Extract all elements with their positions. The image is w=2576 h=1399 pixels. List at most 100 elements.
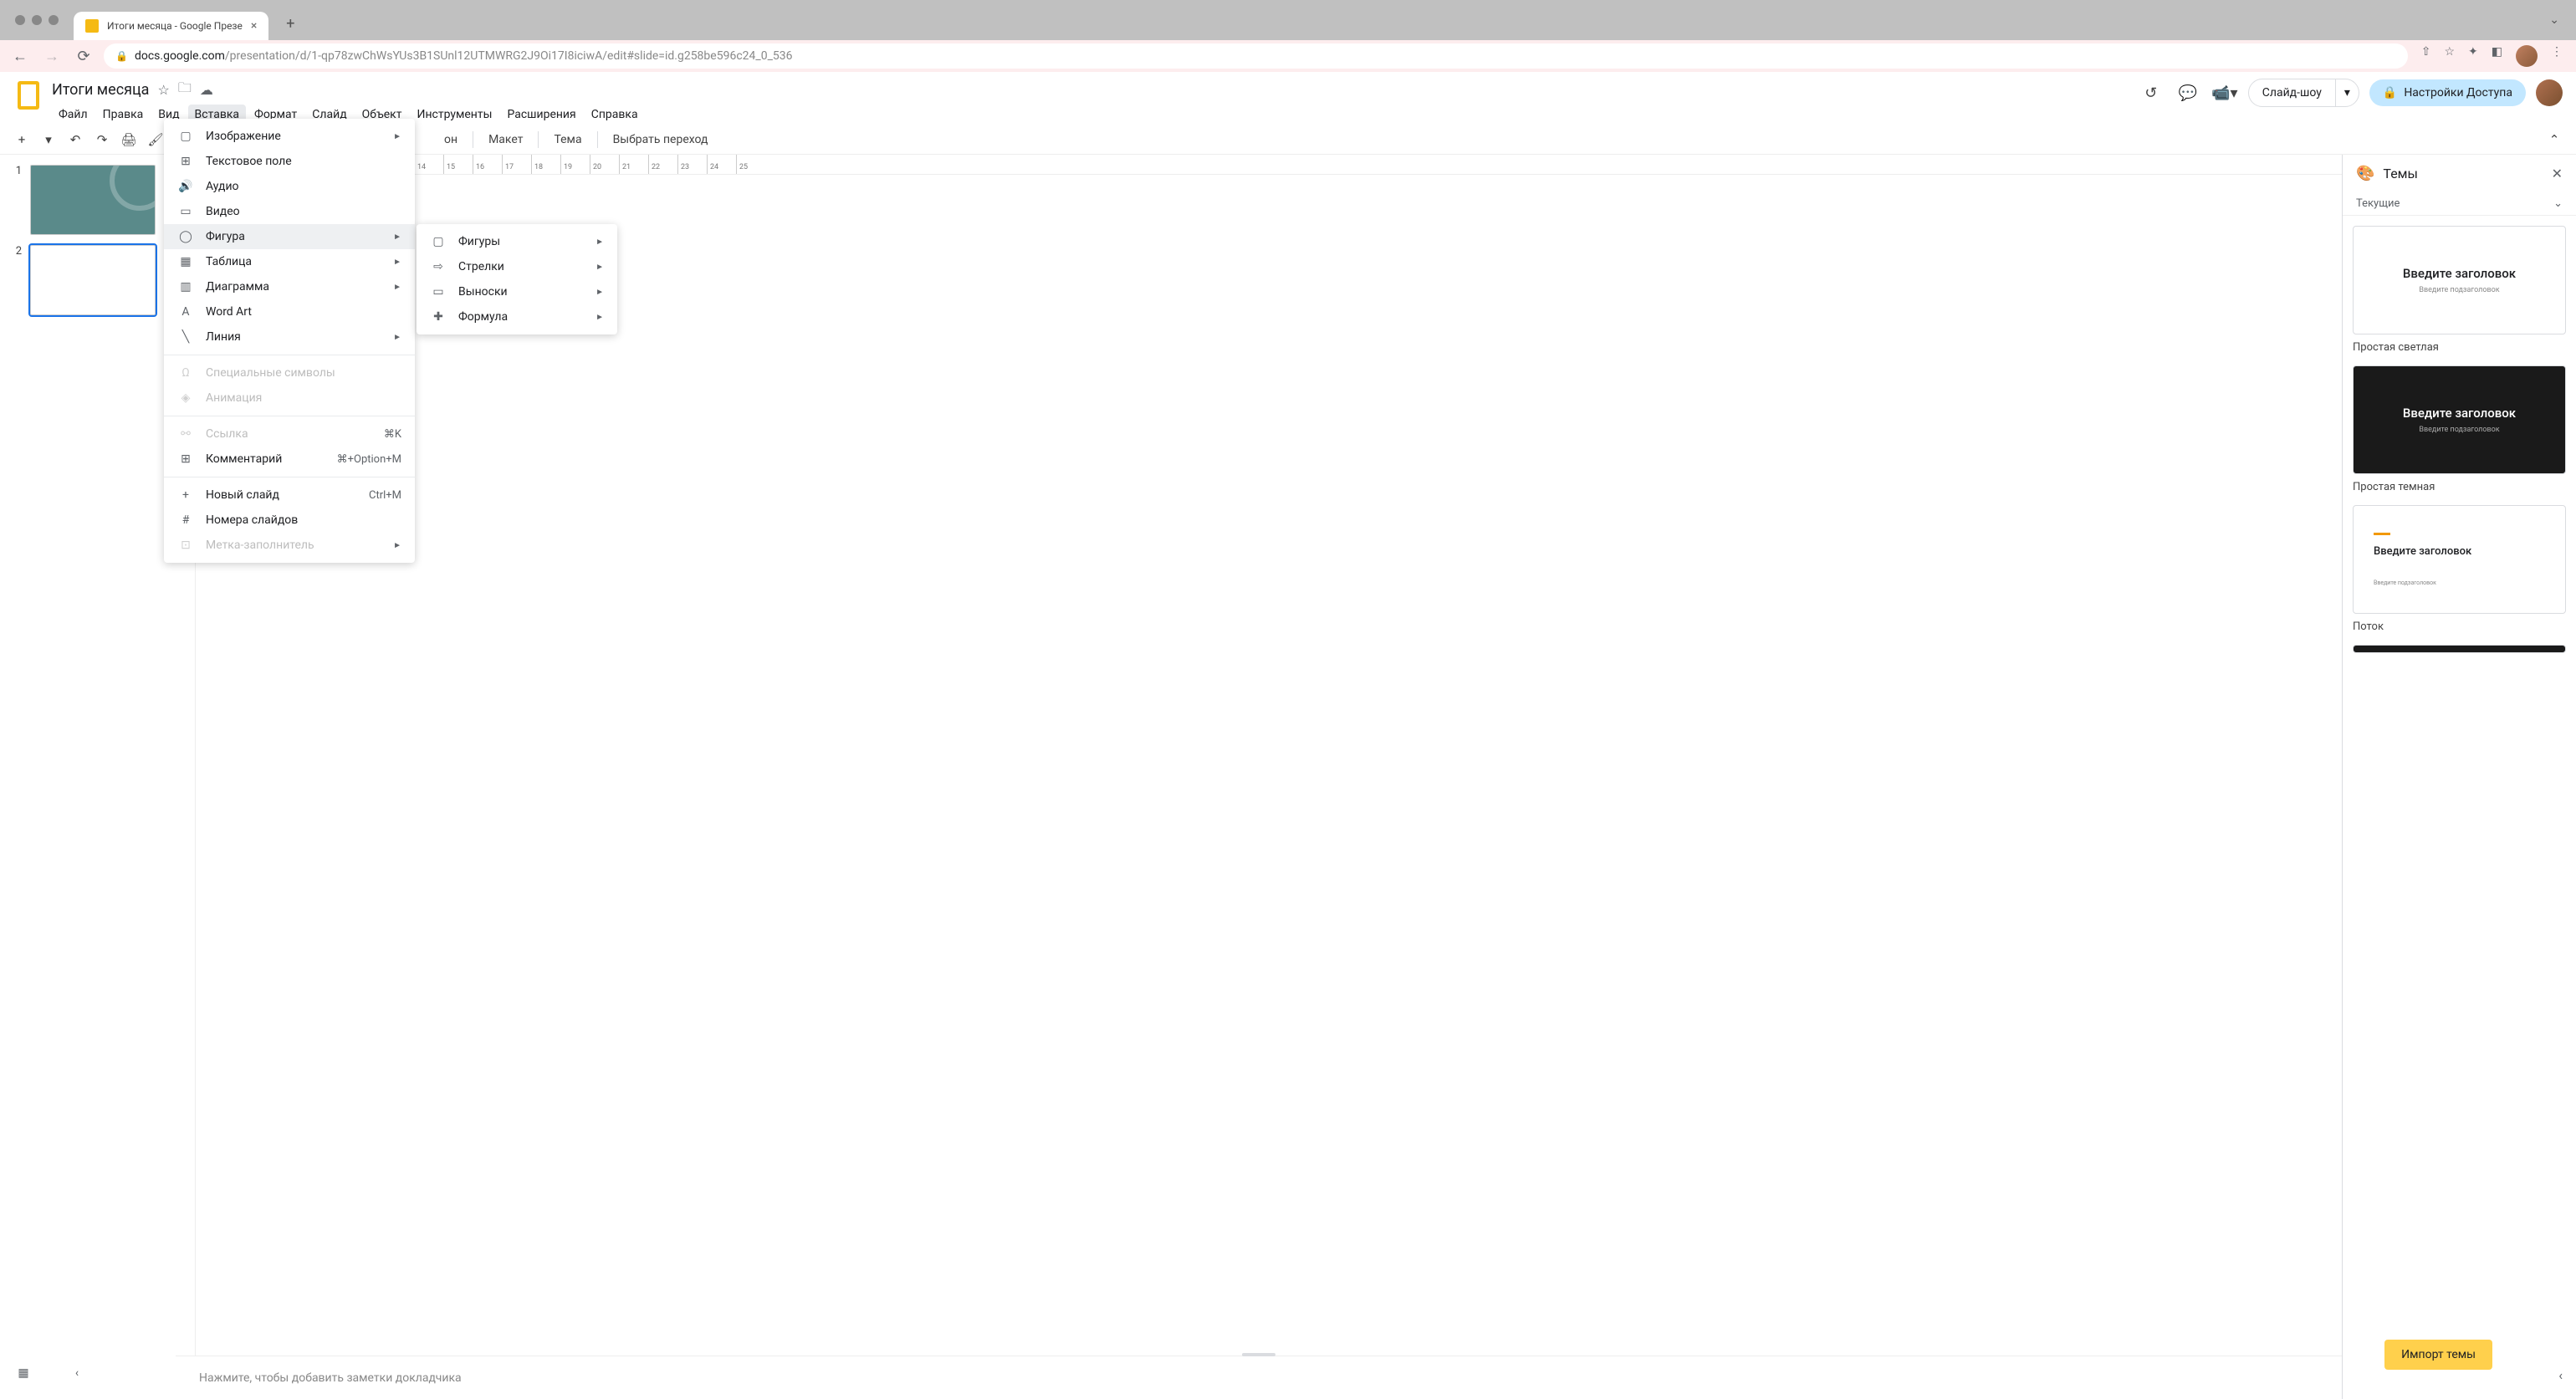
slide-row-2: 2 <box>10 245 166 315</box>
chrome-menu-icon[interactable]: ⋮ <box>2551 45 2563 67</box>
new-tab-button[interactable]: + <box>279 12 302 35</box>
meet-button[interactable]: 📹▾ <box>2211 79 2238 106</box>
shape-callouts[interactable]: ▭ Выноски ► <box>417 279 617 304</box>
horizontal-ruler[interactable]: 78910111213141516171819202122232425 <box>176 155 2342 175</box>
animation-icon: ◈ <box>177 391 194 405</box>
collapse-toolbar-button[interactable]: ⌃ <box>2543 128 2566 151</box>
filmstrip: 1 2 <box>0 155 176 1399</box>
insert-video[interactable]: ▭ Видео <box>164 199 415 224</box>
insert-textbox[interactable]: ⊞ Текстовое поле <box>164 149 415 174</box>
link-icon: ⚯ <box>177 427 194 441</box>
equation-icon: ✚ <box>430 310 447 324</box>
layout-button[interactable]: Макет <box>480 130 531 150</box>
plus-icon: + <box>177 488 194 502</box>
forward-button[interactable]: → <box>40 44 64 68</box>
themes-filter[interactable]: Текущие ⌄ <box>2343 192 2576 216</box>
sidepanel-icon[interactable]: ◧ <box>2492 45 2502 67</box>
insert-wordart[interactable]: A Word Art <box>164 299 415 324</box>
transition-button[interactable]: Выбрать переход <box>605 130 717 150</box>
insert-animation: ◈ Анимация <box>164 385 415 411</box>
shape-arrows[interactable]: ⇨ Стрелки ► <box>417 254 617 279</box>
background-button[interactable]: он <box>436 130 466 150</box>
close-window-button[interactable] <box>15 15 25 25</box>
theme-label: Простая темная <box>2353 481 2566 493</box>
slide-thumbnail-1[interactable] <box>30 165 156 235</box>
chevron-right-icon: ► <box>393 132 401 141</box>
profile-avatar[interactable] <box>2516 45 2538 67</box>
theme-card-stream[interactable]: Введите заголовок Введите подзаголовок <box>2353 505 2566 614</box>
undo-button[interactable]: ↶ <box>64 128 87 151</box>
explore-button[interactable]: ‹ <box>2558 1367 2563 1383</box>
insert-new-slide[interactable]: + Новый слайд Ctrl+M <box>164 483 415 508</box>
move-icon[interactable]: 🗀 <box>178 79 192 101</box>
present-dropdown[interactable]: ▾ <box>2335 79 2359 106</box>
chevron-right-icon: ► <box>393 232 401 242</box>
collapse-filmstrip-button[interactable]: ‹ <box>67 1363 87 1383</box>
shape-equation[interactable]: ✚ Формула ► <box>417 304 617 329</box>
theme-card-dark[interactable]: Введите заголовок Введите подзаголовок <box>2353 365 2566 474</box>
theme-card-light[interactable]: Введите заголовок Введите подзаголовок <box>2353 226 2566 334</box>
tab-title: Итоги месяца - Google Презе <box>107 20 243 32</box>
chevron-right-icon: ► <box>393 541 401 550</box>
theme-label: Простая светлая <box>2353 341 2566 354</box>
bookmark-icon[interactable]: ☆ <box>2444 45 2455 67</box>
tabstrip-dropdown-button[interactable]: ⌄ <box>2549 13 2576 27</box>
arrows-icon: ⇨ <box>430 260 447 273</box>
insert-line[interactable]: ╲ Линия ► <box>164 324 415 350</box>
insert-comment[interactable]: ⊞ Комментарий ⌘+Option+M <box>164 447 415 472</box>
new-slide-dropdown[interactable]: ▾ <box>37 128 60 151</box>
history-button[interactable]: ↺ <box>2138 79 2165 106</box>
chevron-right-icon: ► <box>595 288 604 297</box>
share-button[interactable]: 🔒 Настройки Доступа <box>2369 79 2526 106</box>
minimize-window-button[interactable] <box>32 15 42 25</box>
insert-image[interactable]: ▢ Изображение ► <box>164 124 415 149</box>
slide-thumbnail-2[interactable] <box>30 245 156 315</box>
theme-preview-title: Введите заголовок <box>2403 406 2516 421</box>
hash-icon: # <box>177 513 194 527</box>
menu-file[interactable]: Файл <box>52 105 95 125</box>
address-bar[interactable]: 🔒 docs.google.com/presentation/d/1-qp78z… <box>104 43 2408 69</box>
shape-shapes[interactable]: ▢ Фигуры ► <box>417 229 617 254</box>
close-panel-button[interactable]: ✕ <box>2552 166 2563 181</box>
menu-help[interactable]: Справка <box>585 105 645 125</box>
theme-card-partial[interactable] <box>2353 645 2566 653</box>
browser-tab[interactable]: Итоги месяца - Google Презе × <box>74 12 268 40</box>
omega-icon: Ω <box>177 366 194 380</box>
menu-tools[interactable]: Инструменты <box>410 105 498 125</box>
slides-logo-icon[interactable] <box>13 79 43 112</box>
insert-audio[interactable]: 🔊 Аудио <box>164 174 415 199</box>
share-icon[interactable]: ⇧ <box>2421 45 2431 67</box>
import-theme-button[interactable]: Импорт темы <box>2384 1340 2492 1370</box>
doc-title[interactable]: Итоги месяца <box>52 81 149 99</box>
reload-button[interactable]: ⟳ <box>72 44 95 68</box>
insert-slide-numbers[interactable]: # Номера слайдов <box>164 508 415 533</box>
star-icon[interactable]: ☆ <box>157 82 169 98</box>
account-avatar[interactable] <box>2536 79 2563 106</box>
notes-resize-handle[interactable] <box>1242 1353 1275 1356</box>
insert-chart[interactable]: ▥ Диаграмма ► <box>164 274 415 299</box>
insert-table[interactable]: ▦ Таблица ► <box>164 249 415 274</box>
themes-list[interactable]: Введите заголовок Введите подзаголовок П… <box>2343 216 2576 1399</box>
extensions-icon[interactable]: ✦ <box>2468 45 2478 67</box>
url-actions: ⇧ ☆ ✦ ◧ ⋮ <box>2416 45 2568 67</box>
menu-edit[interactable]: Правка <box>96 105 151 125</box>
menu-extensions[interactable]: Расширения <box>500 105 582 125</box>
grid-view-button[interactable]: ▦ <box>13 1363 33 1383</box>
cloud-status-icon[interactable]: ☁ <box>200 82 213 98</box>
comments-button[interactable]: 💬 <box>2175 79 2201 106</box>
speaker-notes[interactable]: Нажмите, чтобы добавить заметки докладчи… <box>176 1356 2342 1399</box>
print-button[interactable]: 🖨 <box>117 128 141 151</box>
placeholder-icon: ⊡ <box>177 539 194 552</box>
tab-close-button[interactable]: × <box>251 19 257 33</box>
chevron-right-icon: ► <box>393 258 401 267</box>
insert-shape[interactable]: ◯ Фигура ► <box>164 224 415 249</box>
back-button[interactable]: ← <box>8 44 32 68</box>
present-button[interactable]: Слайд-шоу <box>2249 79 2335 106</box>
present-button-group: Слайд-шоу ▾ <box>2248 79 2359 107</box>
redo-button[interactable]: ↷ <box>90 128 114 151</box>
new-slide-button[interactable]: + <box>10 128 33 151</box>
theme-button[interactable]: Тема <box>545 130 590 150</box>
slide-stage[interactable] <box>196 175 2342 1356</box>
maximize-window-button[interactable] <box>49 15 59 25</box>
image-icon: ▢ <box>177 130 194 143</box>
